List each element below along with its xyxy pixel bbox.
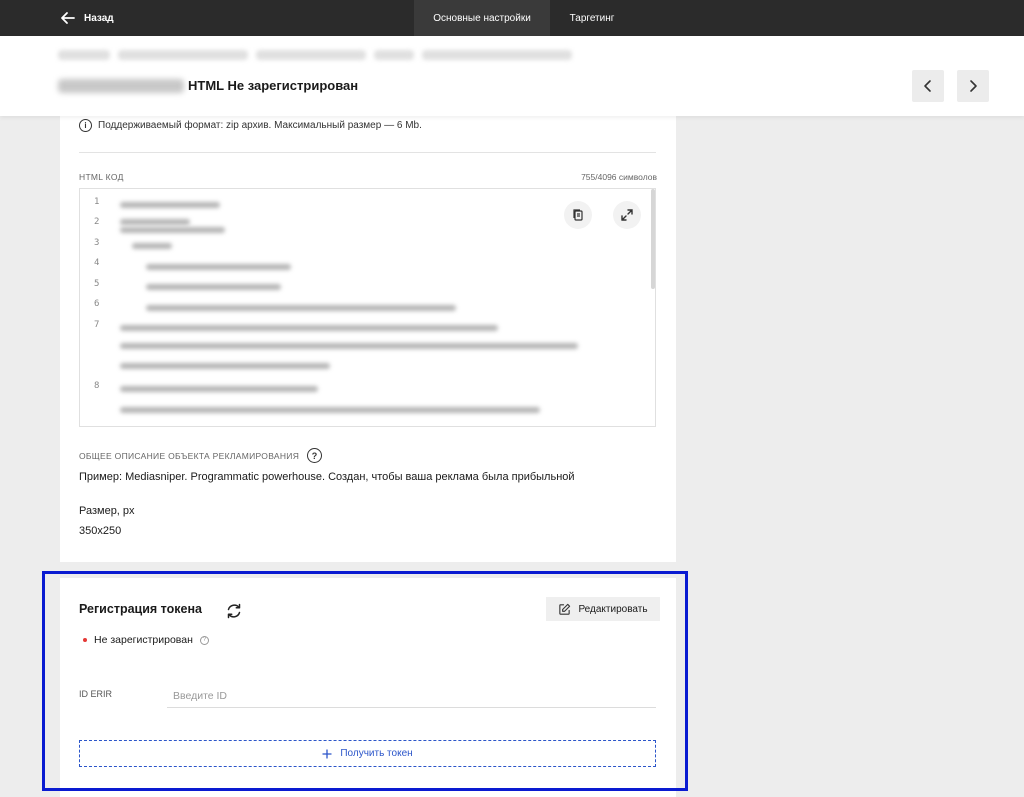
line-number: 3	[94, 238, 100, 248]
token-registration-card: Регистрация токена Редактировать Не заре…	[60, 578, 676, 797]
format-info-text: Поддерживаемый формат: zip архив. Максим…	[98, 120, 422, 131]
code-line: 7	[80, 320, 655, 336]
line-number: 8	[94, 381, 100, 391]
line-number: 4	[94, 258, 100, 268]
get-token-button[interactable]: Получить токен	[79, 740, 656, 767]
code-line: 3	[80, 238, 655, 254]
refresh-icon[interactable]	[225, 602, 243, 620]
erir-id-input[interactable]	[167, 684, 656, 708]
tab-targeting-label: Таргетинг	[569, 12, 615, 24]
help-icon[interactable]: ?	[307, 448, 323, 463]
line-number: 2	[94, 217, 100, 227]
copy-icon	[573, 209, 583, 221]
back-button[interactable]: Назад	[60, 0, 114, 36]
edit-icon	[559, 603, 571, 615]
size-value: 350x250	[79, 525, 122, 537]
code-line: 4	[80, 258, 655, 274]
edit-button[interactable]: Редактировать	[546, 597, 660, 621]
code-line: 6	[80, 299, 655, 315]
expand-icon	[621, 209, 633, 221]
next-button[interactable]	[957, 70, 989, 102]
token-status: Не зарегистрирован ?	[83, 634, 209, 646]
chevron-left-icon	[924, 80, 931, 92]
tab-basic-settings-label: Основные настройки	[433, 12, 531, 24]
code-line: 5	[80, 279, 655, 295]
divider	[79, 152, 656, 153]
creative-card: i Поддерживаемый формат: zip архив. Макс…	[60, 100, 676, 562]
line-number: 7	[94, 320, 100, 330]
edit-button-label: Редактировать	[578, 603, 648, 615]
back-label: Назад	[84, 12, 114, 24]
top-bar: Назад Основные настройки Таргетинг	[0, 0, 1024, 36]
line-number: 1	[94, 197, 100, 207]
previous-button[interactable]	[912, 70, 944, 102]
info-icon: i	[79, 119, 92, 132]
token-section-title: Регистрация токена	[79, 602, 202, 616]
size-label: Размер, px	[79, 505, 135, 517]
description-label-row: ОБЩЕЕ ОПИСАНИЕ ОБЪЕКТА РЕКЛАМИРОВАНИЯ ?	[79, 448, 323, 463]
format-info: i Поддерживаемый формат: zip архив. Макс…	[79, 119, 422, 132]
title-row: HTML Не зарегистрирован	[58, 78, 358, 93]
description-text: Пример: Mediasniper. Programmatic powerh…	[79, 471, 575, 483]
html-code-editor[interactable]: 1 2 3 4 5 6 7 8	[79, 188, 656, 427]
status-text: Не зарегистрирован	[94, 634, 193, 646]
line-number: 5	[94, 279, 100, 289]
status-help-icon[interactable]: ?	[199, 635, 209, 645]
line-number: 6	[94, 299, 100, 309]
title-prefix-redacted	[58, 78, 184, 93]
code-line: 8	[80, 381, 655, 397]
status-dot-icon	[83, 638, 87, 642]
arrow-left-icon	[61, 12, 75, 24]
page-header: HTML Не зарегистрирован	[0, 36, 1024, 116]
expand-editor-button[interactable]	[613, 201, 641, 229]
char-counter: 755/4096 символов	[581, 172, 657, 182]
breadcrumb	[58, 50, 594, 62]
description-label: ОБЩЕЕ ОПИСАНИЕ ОБЪЕКТА РЕКЛАМИРОВАНИЯ	[79, 450, 300, 461]
html-code-label: HTML КОД	[79, 172, 124, 182]
chevron-right-icon	[970, 80, 977, 92]
tab-basic-settings[interactable]: Основные настройки	[414, 0, 550, 36]
tab-targeting[interactable]: Таргетинг	[550, 0, 634, 36]
erir-label: ID ERIR	[79, 689, 113, 699]
plus-icon	[322, 748, 332, 759]
page-title: HTML Не зарегистрирован	[188, 78, 359, 93]
code-scrollbar[interactable]	[651, 189, 655, 289]
copy-code-button[interactable]	[564, 201, 592, 229]
get-token-label: Получить токен	[340, 748, 413, 759]
